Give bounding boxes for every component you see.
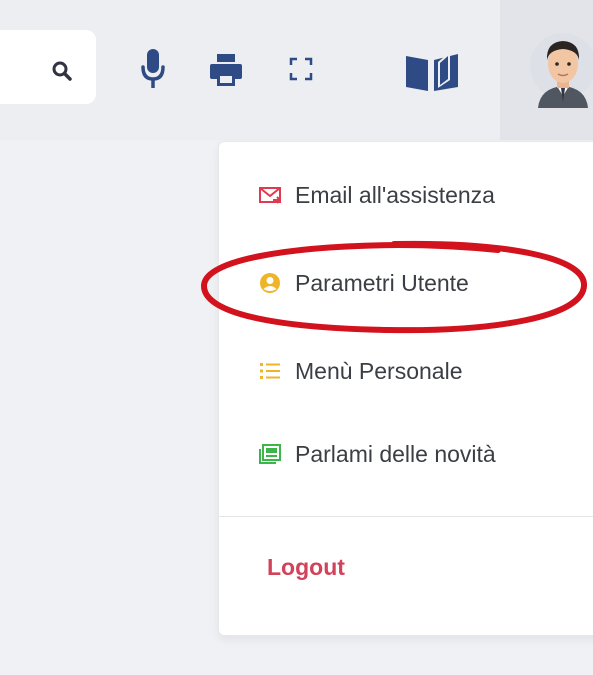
news-icon — [259, 444, 281, 464]
microphone-icon[interactable] — [140, 47, 166, 91]
menu-divider — [219, 516, 593, 517]
menu-item-label: Parlami delle novità — [295, 440, 496, 467]
user-circle-icon — [260, 273, 280, 293]
menu-item-label: Email all'assistenza — [295, 181, 495, 208]
menu-item-label: Parametri Utente — [295, 269, 469, 296]
user-menu-button[interactable] — [500, 0, 593, 140]
fullscreen-icon[interactable] — [289, 57, 313, 81]
search-field[interactable] — [0, 30, 96, 104]
top-toolbar — [0, 0, 593, 140]
logout-button[interactable]: Logout — [267, 554, 345, 581]
user-dropdown-menu: Email all'assistenza Parametri Utente Me… — [218, 141, 593, 636]
menu-item-label: Menù Personale — [295, 357, 463, 384]
menu-item-user-settings[interactable]: Parametri Utente — [259, 263, 469, 303]
search-icon[interactable] — [51, 60, 73, 82]
menu-item-personal-menu[interactable]: Menù Personale — [259, 351, 463, 391]
menu-item-whats-new[interactable]: Parlami delle novità — [259, 434, 496, 474]
list-icon — [260, 363, 280, 379]
avatar[interactable] — [528, 30, 593, 110]
menu-item-email-support[interactable]: Email all'assistenza — [259, 175, 495, 215]
print-icon[interactable] — [209, 52, 243, 88]
email-icon — [259, 187, 281, 204]
book-icon[interactable] — [404, 50, 460, 92]
